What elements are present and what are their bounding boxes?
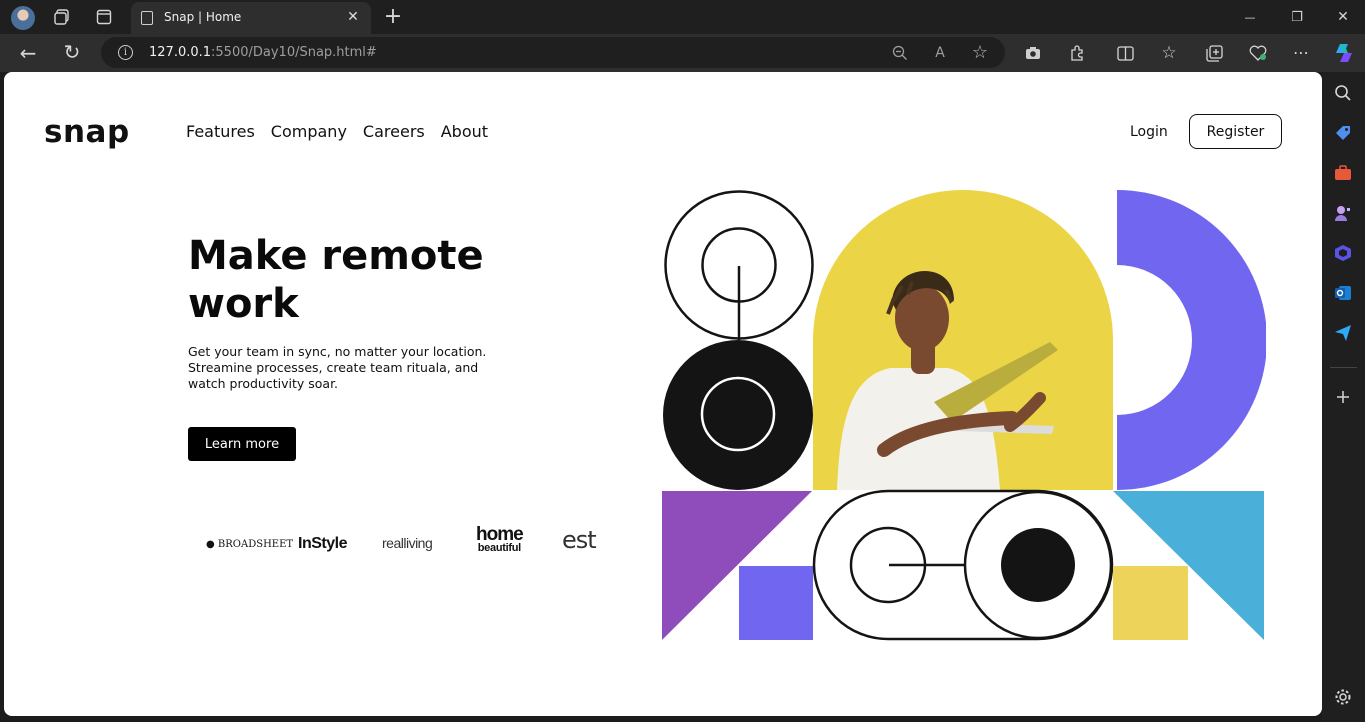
browser-essentials-icon[interactable] [1247,42,1269,64]
close-window-button[interactable]: ✕ [1331,7,1355,27]
nav-about[interactable]: About [441,122,488,141]
realliving-logo: realliving [382,535,433,551]
back-button[interactable]: ← [15,41,41,65]
copilot-icon[interactable] [1332,41,1356,65]
yellow-arch-photo [813,190,1113,490]
broadsheet-logo: ● BROADSHEET [206,539,294,550]
tools-icon[interactable] [1334,164,1354,184]
mustard-square-shape [1113,566,1188,640]
send-icon[interactable] [1334,324,1354,344]
home-beautiful-logo-bottom: beautiful [477,542,521,554]
learn-more-button[interactable]: Learn more [188,427,296,461]
favorite-star-icon[interactable]: ☆ [970,42,990,63]
workspaces-icon[interactable] [52,7,72,27]
add-icon[interactable] [1334,388,1354,408]
browser-tab-bar: Snap | Home ✕ + — ❐ ✕ [0,0,1365,34]
hero-description: Get your team in sync, no matter your lo… [188,344,487,391]
refresh-button[interactable]: ↻ [59,40,85,64]
games-icon[interactable] [1334,204,1354,224]
split-screen-icon[interactable] [1114,42,1136,64]
web-page: snap Features Company Careers About Logi… [4,72,1322,716]
new-tab-button[interactable]: + [381,3,405,29]
tab-title: Snap | Home [164,10,242,24]
close-tab-icon[interactable]: ✕ [344,8,362,26]
settings-gear-icon[interactable] [1334,688,1354,708]
search-icon[interactable] [1334,84,1354,104]
zoom-icon[interactable] [890,43,910,63]
page-icon [141,11,153,25]
screenshot-icon[interactable] [1022,43,1044,63]
url-text[interactable]: 127.0.0.1:5500/Day10/Snap.html# [149,45,377,60]
browser-toolbar: ← ↻ i 127.0.0.1:5500/Day10/Snap.html# A … [0,34,1365,72]
url-path: :5500/Day10/Snap.html# [211,45,377,60]
register-button[interactable]: Register [1189,114,1282,149]
sidebar-divider [1330,367,1357,368]
active-tab[interactable]: Snap | Home ✕ [131,2,371,34]
minimize-button[interactable]: — [1238,7,1262,27]
hero-title: Make remote work [188,233,484,327]
est-logo: est [562,526,597,554]
restore-button[interactable]: ❐ [1285,7,1309,27]
login-link[interactable]: Login [1130,124,1168,140]
extensions-icon[interactable] [1066,42,1088,64]
url-host: 127.0.0.1 [149,45,212,60]
outlined-circle-shape [664,190,814,340]
client-logos: ● BROADSHEET InStyle realliving home bea… [204,524,624,564]
shopping-tag-icon[interactable] [1334,124,1354,144]
copilot-sidebar-icon[interactable] [1334,244,1354,264]
address-bar[interactable]: i 127.0.0.1:5500/Day10/Snap.html# A ☆ [101,37,1005,68]
nav-features[interactable]: Features [186,122,255,141]
instyle-logo: InStyle [298,535,347,552]
site-info-icon[interactable]: i [118,45,133,60]
nav-company[interactable]: Company [271,122,347,141]
collections-icon[interactable] [1203,42,1225,64]
edge-sidebar [1322,72,1365,722]
hero-illustration [662,190,1266,641]
vertical-tabs-icon[interactable] [94,7,114,27]
nav-careers[interactable]: Careers [363,122,425,141]
site-logo[interactable]: snap [44,114,130,150]
purple-half-ring-shape [1117,190,1266,490]
more-options-icon[interactable]: ⋯ [1290,41,1312,63]
read-aloud-icon[interactable]: A [930,43,950,63]
home-beautiful-logo: home beautiful [476,525,524,554]
profile-avatar[interactable] [11,6,35,30]
pill-shape [812,489,1114,641]
purple-square-shape [739,566,813,640]
outlook-icon[interactable] [1334,284,1354,304]
black-circle-shape [663,340,813,490]
favorites-icon[interactable]: ☆ [1158,42,1180,64]
main-nav: Features Company Careers About [186,122,488,141]
